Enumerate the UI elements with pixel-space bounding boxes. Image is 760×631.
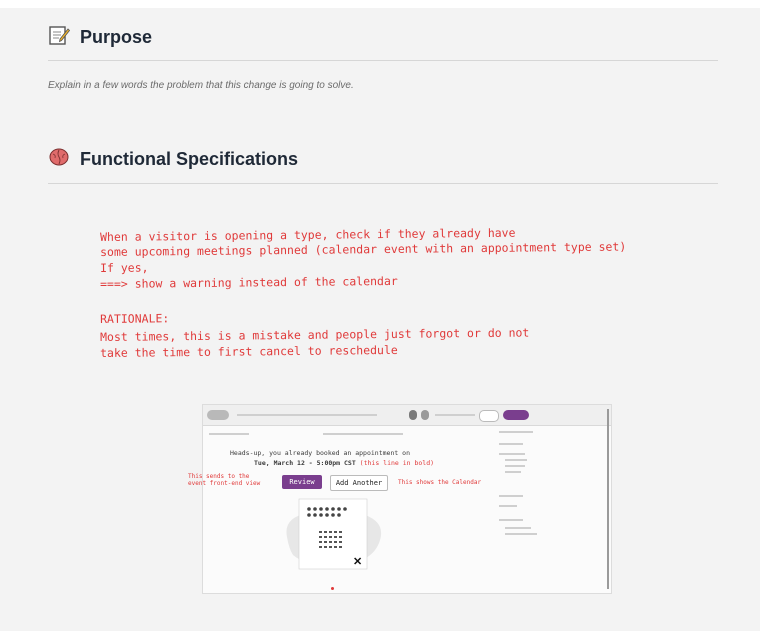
mockup-notice-bold-hint: (this line in bold) — [359, 459, 435, 467]
mockup-contact-bar — [435, 414, 475, 416]
mockup-sidebar-line-4 — [505, 465, 525, 467]
memo-icon — [48, 24, 71, 51]
annotation-line-3: If yes, — [100, 260, 149, 275]
functional-title: Functional Specifications — [80, 149, 299, 169]
mockup-sidebar-line-6 — [499, 495, 523, 497]
mockup-notice-line-1: Heads-up, you already booked an appointm… — [230, 449, 411, 457]
add-another-button[interactable]: Add Another — [330, 475, 388, 491]
mockup-calendar-illustration — [286, 498, 382, 570]
mockup-crumb-right — [323, 433, 403, 435]
mockup-breadcrumb — [209, 433, 249, 435]
mockup-sidebar-line-7 — [499, 505, 517, 507]
mockup-contact-button — [503, 410, 529, 420]
mockup-sidebar-line-10 — [505, 533, 537, 535]
rationale-label: RATIONALE: — [100, 311, 170, 326]
mockup-sidebar-line-1 — [499, 443, 523, 445]
mockup-logo — [207, 410, 229, 420]
mockup-sidebar-line-2 — [499, 453, 525, 455]
mockup-sidebar-line-8 — [499, 519, 523, 521]
mockup-sidebar-line-9 — [505, 527, 531, 529]
review-button[interactable]: Review — [282, 475, 322, 489]
mockup-scrollbar — [607, 409, 609, 589]
mockup-red-dot — [331, 587, 334, 590]
rationale-line-1: Most times, this is a mistake and people… — [100, 325, 530, 344]
top-strip — [0, 0, 760, 8]
rationale-line-2: take the time to first cancel to resched… — [100, 342, 398, 360]
mockup-menu-bar — [237, 414, 377, 416]
mockup-notice-line-2: Tue, March 12 - 5:00pm CST (this line in… — [254, 459, 434, 467]
mockup-left-note: This sends to the event front-end view — [188, 473, 261, 487]
mockup-close-mark: ✕ — [353, 556, 363, 568]
brain-icon — [48, 146, 70, 173]
mockup-signin-pill — [479, 410, 499, 422]
mockup-notice-date: Tue, March 12 - 5:00pm CST — [254, 459, 356, 467]
purpose-header: Purpose — [48, 24, 718, 51]
functional-header: Functional Specifications — [48, 146, 718, 173]
mockup-nav-dot-1 — [409, 410, 417, 420]
purpose-title: Purpose — [80, 27, 153, 47]
mockup-sidebar-title — [499, 431, 533, 433]
functional-divider — [48, 183, 718, 184]
purpose-hint: Explain in a few words the problem that … — [48, 80, 354, 91]
mockup-nav-dot-2 — [421, 410, 429, 420]
mockup-sidebar-line-3 — [505, 459, 527, 461]
purpose-divider — [48, 60, 718, 61]
mockup-right-note: This shows the Calendar — [398, 479, 482, 486]
mockup-sidebar-line-5 — [505, 471, 521, 473]
annotation-line-4: ===> show a warning instead of the calen… — [100, 273, 398, 291]
mockup-screenshot: ✕ — [202, 404, 612, 594]
